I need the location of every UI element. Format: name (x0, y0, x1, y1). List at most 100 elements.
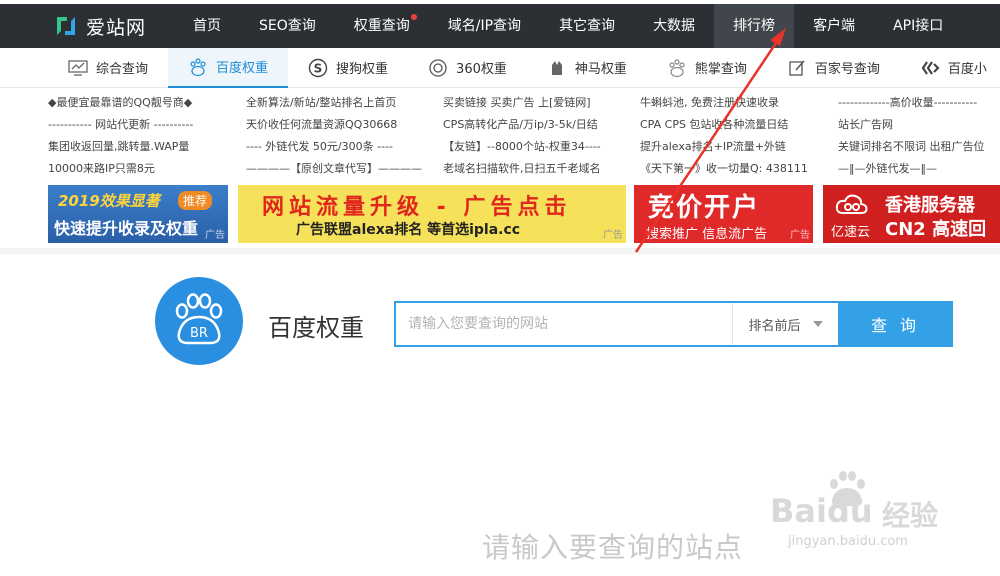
banner-4-brand: 亿速云 (831, 225, 871, 240)
banner-2-headline: 网站流量升级 - 广告点击 (262, 195, 572, 220)
subnav-item-shenma-weight[interactable]: 神马权重 (527, 48, 647, 88)
subnav-item-overview[interactable]: 综合查询 (48, 48, 168, 88)
baidu-paw-large-icon: BR (175, 293, 223, 345)
logo-mark-icon (57, 17, 75, 35)
banner-4-headline: 香港服务器 (885, 195, 975, 216)
watermark-brand: Bai (770, 492, 827, 530)
ad-column: 买卖链接 买卖广告 上[爱链网] CPS高转化产品/万ip/3-5k/日结 【友… (443, 92, 633, 180)
baidu-paw-icon (188, 57, 208, 77)
nav-item-other[interactable]: 其它查询 (540, 4, 634, 48)
nav-item-seo[interactable]: SEO查询 (240, 4, 335, 48)
rank-order-value: 排名前后 (748, 318, 801, 334)
cloud-icon (835, 194, 868, 214)
ad-link[interactable]: —‖—外链代发—‖— (838, 158, 1000, 180)
banner-ad-1[interactable]: 2019效果显著 推荐 快速提升收录及权重 广告 (48, 185, 228, 243)
ad-link[interactable]: 老域名扫描软件,日扫五千老域名 (443, 158, 633, 180)
notification-dot (410, 14, 417, 20)
empty-state-hint: 请输入要查询的站点 (482, 531, 744, 564)
sub-navbar: 综合查询 百度权重 S 搜狗权重 360权重 神马权重 熊掌查询 百家号查询 百… (0, 47, 1000, 88)
subnav-label: 神马权重 (574, 62, 627, 77)
text-ad-grid: ◆最便宜最靠谱的QQ靓号商◆ ----------- 网站代更新 -------… (48, 92, 1000, 182)
nav-item-ranking[interactable]: 排行榜 (714, 4, 795, 48)
ad-link[interactable]: -------------高价收量----------- (838, 92, 1000, 114)
nav-item-domain-ip[interactable]: 域名/IP查询 (429, 4, 540, 48)
banner-ad-2[interactable]: 网站流量升级 - 广告点击 广告联盟alexa排名 等首选ipla.cc 广告 (238, 185, 626, 243)
page-root: 爱站网 首页 SEO查询 权重查询 域名/IP查询 其它查询 大数据 排行榜 客… (0, 0, 1000, 576)
watermark-url: jingyan.baidu.com (788, 534, 908, 549)
subnav-item-xiongzhang[interactable]: 熊掌查询 (647, 48, 767, 88)
ad-link[interactable]: 提升alexa排名+IP流量+外链 (640, 136, 830, 158)
ad-link[interactable]: 天价收任何流量资源QQ30668 (246, 114, 436, 136)
monitor-icon (68, 58, 88, 78)
rank-order-select[interactable]: 排名前后 (732, 303, 838, 345)
query-button[interactable]: 查 询 (838, 301, 953, 347)
ad-link[interactable]: 关键词排名不限词 出租广告位 (838, 136, 1000, 158)
top-navbar: 爱站网 首页 SEO查询 权重查询 域名/IP查询 其它查询 大数据 排行榜 客… (0, 4, 1000, 48)
baidu-weight-logo: BR (155, 277, 243, 365)
subnav-label: 综合查询 (96, 62, 149, 77)
ad-link[interactable]: ◆最便宜最靠谱的QQ靓号商◆ (48, 92, 238, 114)
360-icon (428, 58, 448, 78)
nav-item-weight-label: 权重查询 (353, 18, 410, 34)
subnav-item-sogou-weight[interactable]: S 搜狗权重 (288, 48, 408, 88)
subnav-item-baidu-mini[interactable]: 百度小 (900, 48, 1000, 88)
edit-icon (787, 58, 807, 78)
baidu-jingyan-watermark: Baidu 经验 jingyan.baidu.com (770, 468, 1000, 558)
ad-link[interactable]: ----------- 网站代更新 ---------- (48, 114, 238, 136)
ad-link[interactable]: CPS高转化产品/万ip/3-5k/日结 (443, 114, 633, 136)
ad-label: 广告 (603, 230, 623, 241)
subnav-item-baijiahao[interactable]: 百家号查询 (767, 48, 900, 88)
subnav-item-360-weight[interactable]: 360权重 (408, 48, 527, 88)
ad-link[interactable]: ————【原创文章代写】———— (246, 158, 436, 180)
search-box: 排名前后 (394, 301, 838, 347)
nav-item-home[interactable]: 首页 (174, 4, 240, 48)
ad-column: ◆最便宜最靠谱的QQ靓号商◆ ----------- 网站代更新 -------… (48, 92, 238, 180)
banner-1-headline: 2019效果显著 (58, 192, 160, 210)
ad-link[interactable]: 牛蝌蚪池, 免费注册快速收录 (640, 92, 830, 114)
banner-3-headline: 竞价开户 (648, 193, 761, 223)
subnav-label: 熊掌查询 (694, 62, 747, 77)
section-divider (0, 248, 1000, 254)
nav-item-client[interactable]: 客户端 (794, 4, 874, 48)
ad-link[interactable]: 站长广告网 (838, 114, 1000, 136)
ad-link[interactable]: 10000来路IP只需8元 (48, 158, 238, 180)
main-nav: 首页 SEO查询 权重查询 域名/IP查询 其它查询 大数据 排行榜 客户端 A… (174, 4, 962, 48)
ad-link[interactable]: 《天下第一》收一切量Q: 438111 (640, 158, 830, 180)
logo-text: 爱站网 (86, 16, 147, 39)
shenma-icon (547, 58, 567, 78)
watermark-cn: 经验 (882, 499, 939, 532)
paw-icon (667, 58, 687, 78)
watermark-brand-2: du (826, 492, 873, 530)
page-title: 百度权重 (268, 314, 364, 342)
banner-ad-3[interactable]: 竞价开户 搜索推广 信息流广告 广告 (634, 185, 813, 243)
nav-item-bigdata[interactable]: 大数据 (634, 4, 714, 48)
banner-1-tag: 推荐 (178, 191, 213, 210)
ad-label: 广告 (790, 230, 810, 241)
ad-link[interactable]: 全新算法/新站/整站排名上首页 (246, 92, 436, 114)
site-logo[interactable]: 爱站网 (54, 4, 174, 48)
sogou-icon: S (308, 58, 328, 78)
banner-ad-4[interactable]: 香港服务器 亿速云 CN2 高速回 (823, 185, 1000, 243)
banner-3-subline: 搜索推广 信息流广告 (646, 227, 768, 242)
ad-column: 牛蝌蚪池, 免费注册快速收录 CPA CPS 包站收各种流量日结 提升alexa… (640, 92, 830, 180)
subnav-item-baidu-weight[interactable]: 百度权重 (168, 47, 289, 88)
baidu-mini-icon (920, 58, 940, 78)
chevron-down-icon (812, 321, 823, 327)
search-input[interactable] (396, 303, 732, 345)
ad-link[interactable]: 【友链】--8000个站-权重34---- (443, 136, 633, 158)
ad-column: 全新算法/新站/整站排名上首页 天价收任何流量资源QQ30668 ---- 外链… (246, 92, 436, 180)
ad-link[interactable]: ---- 外链代发 50元/300条 ---- (246, 136, 436, 158)
svg-text:S: S (314, 61, 323, 75)
ad-column: -------------高价收量----------- 站长广告网 关键词排名… (838, 92, 1000, 180)
subnav-label: 百家号查询 (814, 62, 880, 77)
banner-2-subline: 广告联盟alexa排名 等首选ipla.cc (296, 222, 521, 238)
subnav-label: 搜狗权重 (336, 62, 389, 77)
subnav-label: 360权重 (456, 62, 507, 77)
ad-link[interactable]: CPA CPS 包站收各种流量日结 (640, 114, 830, 136)
nav-item-weight[interactable]: 权重查询 (335, 4, 429, 48)
banner-1-subline: 快速提升收录及权重 (54, 219, 199, 238)
subnav-label: 百度权重 (216, 61, 269, 76)
ad-link[interactable]: 集团收返回量,跳转量.WAP量 (48, 136, 238, 158)
nav-item-api[interactable]: API接口 (874, 4, 962, 48)
ad-link[interactable]: 买卖链接 买卖广告 上[爱链网] (443, 92, 633, 114)
